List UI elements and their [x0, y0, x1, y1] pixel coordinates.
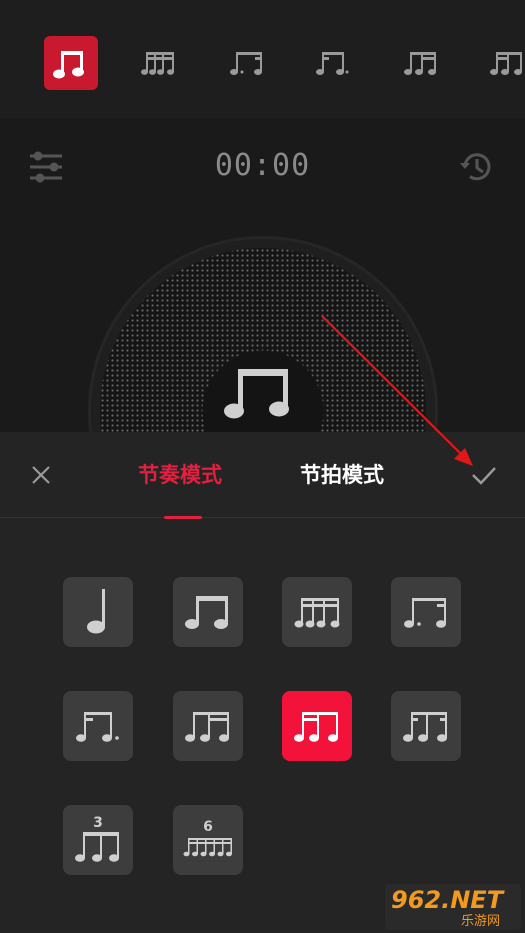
strip-item-eighth-pair[interactable]: [44, 36, 98, 90]
sextuplet-icon: 6: [183, 819, 232, 857]
dotted-eighth-sixteenth-icon: [404, 598, 446, 628]
watermark-logo: 962.NET 乐游网: [385, 884, 521, 930]
tile-two-sixteenths-eighth[interactable]: [282, 691, 352, 761]
sixteenth-dotted-eighth-icon: [316, 52, 349, 75]
rhythm-picker-sheet: 节奏模式 节拍模式 3 6: [0, 432, 525, 933]
sextuplet-label: 6: [203, 819, 213, 835]
two-sixteenths-eighth-icon: [490, 52, 522, 75]
eighth-pair-icon: [53, 51, 84, 79]
tile-sixteenth-eighth-sixteenth[interactable]: [391, 691, 461, 761]
active-tab-indicator: [164, 516, 202, 519]
sixteenth-quad-icon: [294, 598, 340, 628]
tile-eighth-pair[interactable]: [173, 577, 243, 647]
strip-item-two-sixteenths-eighth[interactable]: [480, 36, 525, 90]
tile-eighth-two-sixteenths[interactable]: [173, 691, 243, 761]
history-button[interactable]: [458, 148, 496, 186]
checkmark-icon: [472, 467, 496, 485]
rhythm-strip[interactable]: [0, 0, 525, 118]
quarter-note-icon: [87, 589, 105, 634]
sixteenth-dotted-eighth-icon: [76, 712, 119, 742]
history-clock-icon: [460, 153, 491, 181]
sixteenth-eighth-sixteenth-icon: [403, 712, 447, 742]
strip-item-sixteenth-dotted-eighth[interactable]: [306, 36, 360, 90]
tile-sixteenth-dotted-eighth[interactable]: [63, 691, 133, 761]
two-sixteenths-eighth-icon: [294, 712, 338, 742]
eighth-pair-icon: [185, 596, 228, 629]
sixteenth-quad-icon: [141, 52, 174, 75]
player-area: 00:00: [0, 118, 525, 432]
close-icon: [32, 466, 50, 484]
timer-display: 00:00: [214, 148, 311, 183]
tile-sextuplet[interactable]: 6: [173, 805, 243, 875]
eighth-two-sixteenths-icon: [404, 52, 436, 75]
tab-rhythm-mode[interactable]: 节奏模式: [138, 460, 222, 490]
confirm-button[interactable]: [466, 460, 502, 490]
strip-item-sixteenth-quad[interactable]: [131, 36, 185, 90]
tab-beat-mode[interactable]: 节拍模式: [300, 460, 384, 490]
tile-sixteenth-quad[interactable]: [282, 577, 352, 647]
close-button[interactable]: [26, 460, 56, 490]
triplet-icon: 3: [75, 815, 119, 862]
tile-triplet[interactable]: 3: [63, 805, 133, 875]
eighth-two-sixteenths-icon: [185, 712, 229, 742]
tile-quarter-note[interactable]: [63, 577, 133, 647]
dotted-eighth-sixteenth-icon: [230, 52, 262, 75]
triplet-label: 3: [93, 815, 103, 831]
watermark-sub-text: 乐游网: [461, 914, 501, 929]
metronome-app: 00:00 节奏模式 节拍模式 3 6 962.NET 乐游网: [0, 0, 525, 933]
strip-item-eighth-two-sixteenths[interactable]: [394, 36, 448, 90]
sheet-header: 节奏模式 节拍模式: [0, 432, 525, 519]
eighth-pair-disc-icon: [224, 369, 289, 419]
strip-item-dotted-eighth-sixteenth[interactable]: [220, 36, 274, 90]
tile-dotted-eighth-sixteenth[interactable]: [391, 577, 461, 647]
